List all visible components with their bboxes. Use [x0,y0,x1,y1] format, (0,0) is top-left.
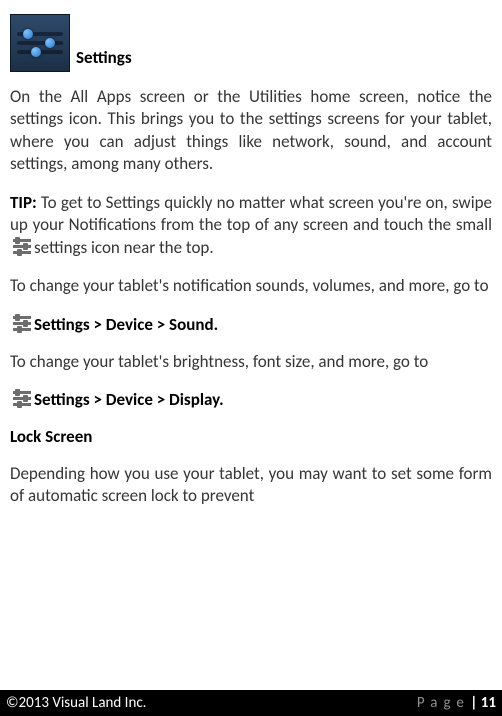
lock-body-paragraph: Depending how you use your tablet, you m… [10,463,492,508]
settings-sliders-icon [11,389,33,409]
display-path-line: Settings > Device > Display. [10,389,492,410]
slider-track-2 [17,41,63,45]
sound-lead-paragraph: To change your tablet's notification sou… [10,275,492,297]
page-footer: ©2013 Visual Land Inc. Page | 11 [0,690,502,716]
display-path-text: Settings > Device > Display. [34,389,224,410]
copyright-text: ©2013 Visual Land Inc. [6,694,146,712]
slider-track-3 [17,50,63,54]
tip-label: TIP: [10,192,37,213]
footer-spacer [10,508,492,540]
tip-paragraph: TIP: To get to Settings quickly no matte… [10,192,492,259]
tip-text-part1: To get to Settings quickly no matter wha… [10,192,492,235]
settings-header-row: Settings [10,14,492,72]
lock-screen-heading: Lock Screen [10,426,492,447]
settings-heading: Settings [76,47,132,68]
tip-text-part2: settings icon near the top. [34,237,214,258]
slider-thumb-1 [23,29,33,39]
sound-path-text: Settings > Device > Sound. [34,314,218,335]
slider-thumb-3 [31,47,41,57]
settings-sliders-icon [11,314,33,334]
intro-paragraph: On the All Apps screen or the Utilities … [10,86,492,176]
display-lead-paragraph: To change your tablet's brightness, font… [10,351,492,373]
page-label: Page [417,694,470,712]
page-number: | 11 [470,694,496,712]
slider-thumb-2 [45,38,55,48]
document-page: Settings On the All Apps screen or the U… [0,0,502,540]
sound-path-line: Settings > Device > Sound. [10,314,492,335]
slider-track-1 [17,32,63,36]
settings-app-icon [10,14,70,72]
page-indicator: Page | 11 [417,694,496,712]
settings-sliders-icon [11,237,33,257]
